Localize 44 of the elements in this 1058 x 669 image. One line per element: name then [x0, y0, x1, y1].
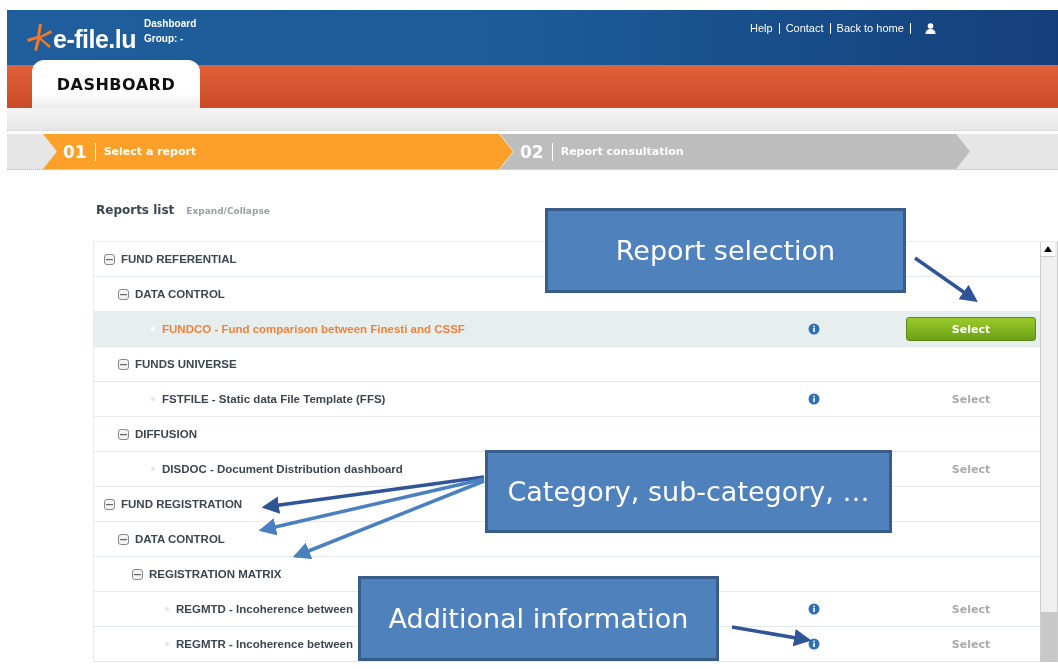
user-icon[interactable]: [924, 22, 936, 34]
info-icon[interactable]: [808, 638, 820, 650]
report-label[interactable]: FSTFILE - Static data File Template (FFS): [162, 393, 386, 405]
info-icon[interactable]: [808, 603, 820, 615]
collapse-toggle[interactable]: [118, 358, 129, 370]
step-label: Select a report: [103, 145, 197, 158]
report-label[interactable]: REGMTR - Incoherence between: [176, 638, 353, 650]
category-label[interactable]: FUND REGISTRATION: [121, 498, 243, 510]
header-link[interactable]: Help: [750, 22, 773, 34]
report-label[interactable]: REGMTD - Incoherence between: [176, 603, 353, 615]
list-title: Reports list: [96, 203, 175, 217]
collapse-toggle[interactable]: [104, 498, 115, 510]
dashboard-tab[interactable]: DASHBOARD: [32, 60, 200, 108]
header-link[interactable]: Back to home: [836, 22, 904, 34]
report-label[interactable]: DISDOC - Document Distribution dashboard: [162, 463, 403, 475]
info-icon[interactable]: [808, 393, 820, 405]
step-number: 01: [63, 142, 96, 161]
collapse-toggle[interactable]: [104, 253, 115, 265]
header-link[interactable]: Contact: [785, 22, 824, 34]
collapse-toggle[interactable]: [132, 568, 143, 580]
collapse-toggle[interactable]: [118, 428, 129, 440]
annotation-tooltip: Category, sub-category, …: [485, 450, 892, 533]
info-icon[interactable]: [808, 323, 820, 335]
header-context: Group: -: [144, 32, 185, 46]
scrollbar-thumb[interactable]: [1041, 612, 1057, 662]
annotation-tooltip: Report selection: [545, 208, 906, 293]
header-context: Dashboard: [144, 17, 197, 31]
scrollbar[interactable]: [1040, 242, 1058, 662]
category-label[interactable]: DATA CONTROL: [135, 533, 225, 545]
scroll-up-icon[interactable]: [1041, 242, 1055, 257]
step-label: Report consultation: [560, 145, 684, 158]
logo-text[interactable]: e-file.lu: [53, 26, 136, 52]
collapse-toggle[interactable]: [118, 288, 129, 300]
category-label[interactable]: DATA CONTROL: [135, 288, 225, 300]
collapse-toggle[interactable]: [118, 533, 129, 545]
category-label[interactable]: REGISTRATION MATRIX: [149, 568, 282, 580]
step-number: 02: [520, 142, 553, 161]
report-row[interactable]: FSTFILE - Static data File Template (FFS) Select: [94, 382, 1040, 417]
logo-icon: [27, 22, 53, 52]
category-label[interactable]: DIFFUSION: [135, 428, 197, 440]
arrow: [914, 256, 978, 302]
category-label[interactable]: FUNDS UNIVERSE: [135, 358, 237, 370]
annotation-tooltip: Additional information: [358, 576, 719, 661]
category-label[interactable]: FUND REFERENTIAL: [121, 253, 237, 265]
